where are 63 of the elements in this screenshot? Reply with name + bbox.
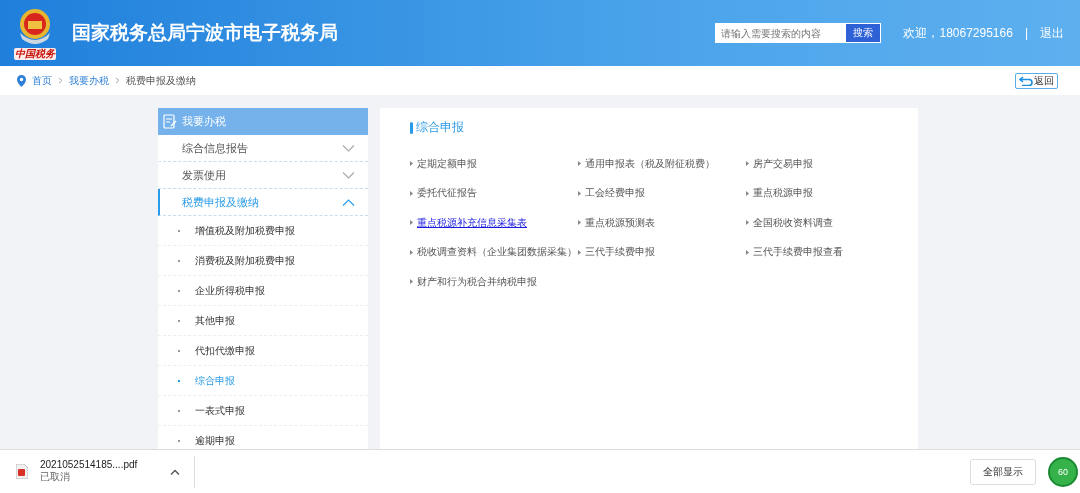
service-link[interactable]: 通用申报表（税及附征税费） <box>585 156 715 171</box>
bullet-icon <box>410 161 413 167</box>
bullet-icon <box>746 249 749 255</box>
sidebar-item[interactable]: 一表式申报 <box>158 396 368 426</box>
bullet-icon <box>410 279 413 285</box>
breadcrumb-link[interactable]: 我要办税 <box>69 73 109 88</box>
bullet-icon <box>578 190 581 196</box>
sidebar-item[interactable]: 代扣代缴申报 <box>158 336 368 366</box>
separator: | <box>1024 26 1028 40</box>
counter-badge: 60 <box>1048 456 1078 487</box>
bullet-icon <box>578 249 581 255</box>
sidebar-item[interactable]: 企业所得税申报 <box>158 276 368 306</box>
sidebar-section[interactable]: 综合信息报告 <box>158 135 368 162</box>
site-title: 国家税务总局宁波市电子税务局 <box>72 21 338 45</box>
sidebar-item[interactable]: 增值税及附加税费申报 <box>158 216 368 246</box>
bullet-icon <box>746 190 749 196</box>
service-link[interactable]: 财产和行为税合并纳税申报 <box>417 274 537 289</box>
download-status: 已取消 <box>40 470 71 484</box>
download-item[interactable]: 2021052514185....pdf 已取消 <box>16 455 195 488</box>
back-button[interactable]: 返回 <box>1015 72 1058 89</box>
section-title: 综合申报 <box>416 120 464 135</box>
pdf-file-icon <box>16 464 28 479</box>
service-link[interactable]: 重点税源补充信息采集表 <box>417 215 527 230</box>
service-link[interactable]: 定期定额申报 <box>417 156 477 171</box>
sidebar-item[interactable]: 其他申报 <box>158 306 368 336</box>
service-link[interactable]: 三代手续费申报 <box>585 245 655 260</box>
service-link[interactable]: 委托代征报告 <box>417 186 477 201</box>
welcome-text: 欢迎，18067295166 <box>903 24 1013 42</box>
breadcrumb-link[interactable]: 首页 <box>32 73 52 88</box>
bullet-icon <box>746 220 749 226</box>
logo-caption: 中国税务 <box>14 47 56 60</box>
bullet-icon <box>578 220 581 226</box>
service-link[interactable]: 税收调查资料（企业集团数据采集） <box>417 245 577 260</box>
search-button[interactable]: 搜索 <box>845 23 882 43</box>
bullet-icon <box>410 190 413 196</box>
service-link[interactable]: 三代手续费申报查看 <box>753 245 843 260</box>
location-pin-icon <box>17 74 26 87</box>
service-link[interactable]: 重点税源申报 <box>753 186 813 201</box>
file-name: 2021052514185....pdf <box>40 459 139 470</box>
breadcrumb-current: 税费申报及缴纳 <box>126 73 196 88</box>
service-link[interactable]: 工会经费申报 <box>585 186 645 201</box>
return-arrow-icon <box>1019 75 1033 86</box>
emblem-icon <box>18 6 52 47</box>
bullet-icon <box>410 249 413 255</box>
bullet-icon <box>410 220 413 226</box>
chevron-down-icon <box>342 144 355 152</box>
bullet-icon <box>746 161 749 167</box>
sidebar-item[interactable]: 消费税及附加税费申报 <box>158 246 368 276</box>
breadcrumb-separator-icon <box>58 77 63 84</box>
chevron-down-icon <box>342 171 355 179</box>
title-marker <box>410 121 413 134</box>
caret-up-icon[interactable] <box>170 468 180 475</box>
sidebar-title: 我要办税 <box>182 114 226 129</box>
service-link[interactable]: 全国税收资料调查 <box>753 215 833 230</box>
service-link[interactable]: 重点税源预测表 <box>585 215 655 230</box>
document-edit-icon <box>163 114 177 129</box>
breadcrumb-separator-icon <box>115 77 120 84</box>
bullet-icon <box>578 161 581 167</box>
show-all-button[interactable]: 全部显示 <box>970 458 1036 485</box>
service-link[interactable]: 房产交易申报 <box>753 156 813 171</box>
sidebar-section[interactable]: 发票使用 <box>158 162 368 189</box>
search-field[interactable]: 请输入需要搜索的内容 <box>715 23 846 43</box>
chevron-up-icon <box>342 198 355 206</box>
